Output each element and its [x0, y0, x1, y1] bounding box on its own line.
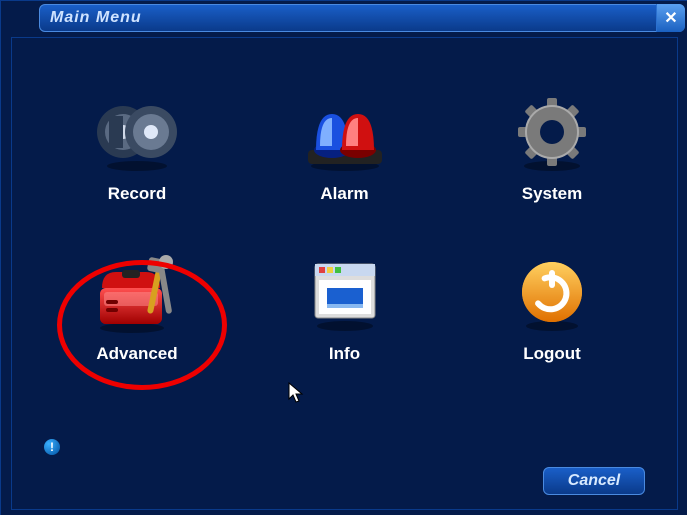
menu-item-label: Logout	[523, 344, 581, 364]
menu-grid: Record Alarm	[62, 94, 627, 364]
menu-item-info[interactable]: Info	[270, 254, 420, 364]
menu-item-label: Advanced	[96, 344, 177, 364]
menu-item-label: Info	[329, 344, 360, 364]
info-icon	[300, 254, 390, 334]
window-title: Main Menu	[50, 9, 142, 27]
menu-item-logout[interactable]: Logout	[477, 254, 627, 364]
close-icon: ✕	[664, 8, 677, 28]
cursor-icon	[288, 382, 306, 404]
menu-item-label: Record	[108, 184, 167, 204]
info-badge[interactable]: !	[44, 439, 60, 455]
menu-item-label: System	[522, 184, 582, 204]
menu-item-alarm[interactable]: Alarm	[270, 94, 420, 204]
main-menu-window: Main Menu ✕ Record	[0, 0, 687, 515]
system-icon	[507, 94, 597, 174]
logout-icon	[507, 254, 597, 334]
record-icon	[92, 94, 182, 174]
close-button[interactable]: ✕	[656, 4, 685, 32]
titlebar: Main Menu ✕	[39, 4, 685, 32]
content-panel: Record Alarm	[11, 37, 678, 510]
menu-item-record[interactable]: Record	[62, 94, 212, 204]
menu-item-system[interactable]: System	[477, 94, 627, 204]
menu-item-advanced[interactable]: Advanced	[62, 254, 212, 364]
menu-item-label: Alarm	[320, 184, 368, 204]
advanced-icon	[92, 254, 182, 334]
cancel-button[interactable]: Cancel	[543, 467, 645, 495]
alarm-icon	[300, 94, 390, 174]
